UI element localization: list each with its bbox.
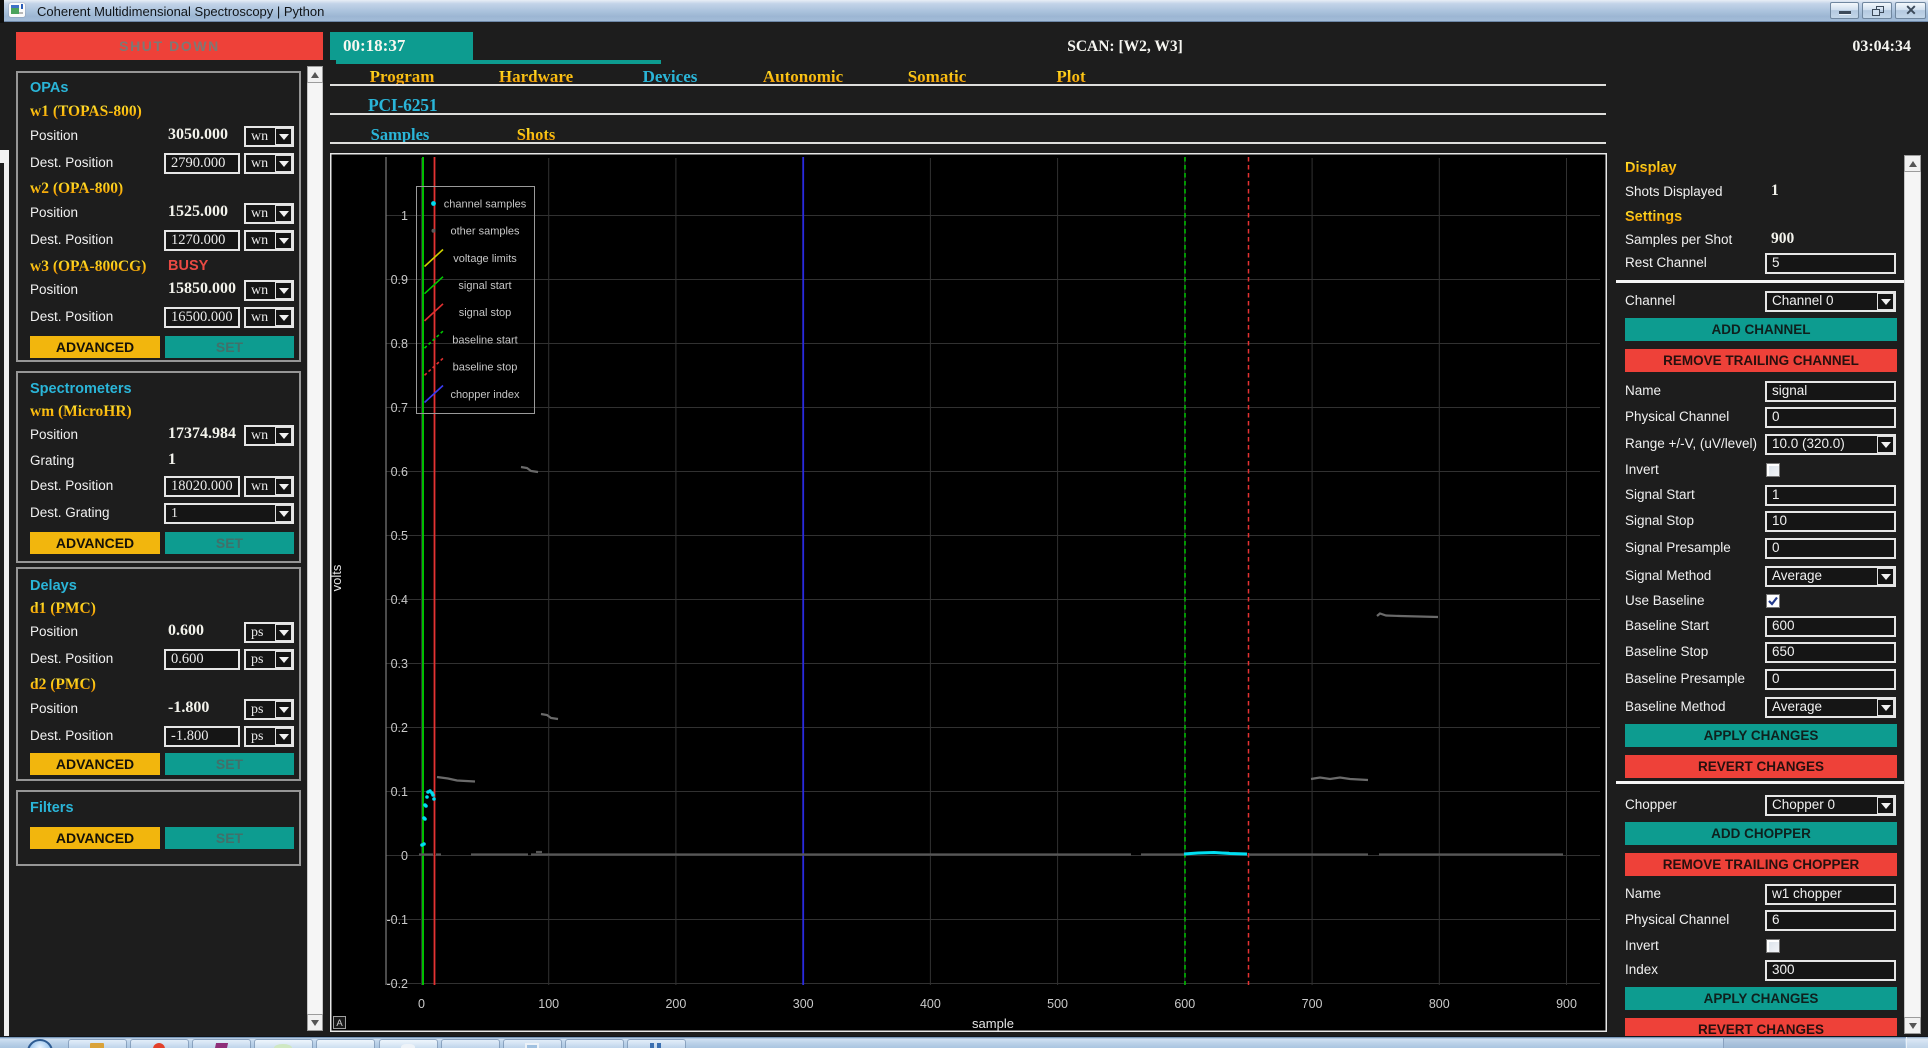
svg-text:signal stop: signal stop	[459, 307, 512, 319]
svg-text:-0.2: -0.2	[386, 977, 408, 991]
svg-text:baseline start: baseline start	[452, 334, 517, 346]
svg-text:sample: sample	[972, 1016, 1014, 1031]
svg-text:0.1: 0.1	[391, 785, 408, 799]
svg-text:400: 400	[920, 997, 941, 1011]
svg-text:900: 900	[1556, 997, 1577, 1011]
svg-text:A: A	[336, 1018, 343, 1029]
svg-text:600: 600	[1174, 997, 1195, 1011]
svg-text:other samples: other samples	[450, 226, 520, 238]
svg-text:-0.1: -0.1	[386, 913, 408, 927]
svg-text:signal start: signal start	[458, 280, 511, 292]
svg-text:0.5: 0.5	[391, 529, 408, 543]
svg-text:800: 800	[1429, 997, 1450, 1011]
svg-text:100: 100	[538, 997, 559, 1011]
svg-text:volts: volts	[330, 564, 344, 591]
svg-text:700: 700	[1302, 997, 1323, 1011]
svg-text:200: 200	[665, 997, 686, 1011]
svg-text:0.8: 0.8	[391, 337, 408, 351]
svg-text:0.4: 0.4	[391, 593, 408, 607]
svg-text:0.2: 0.2	[391, 721, 408, 735]
svg-text:0.3: 0.3	[391, 657, 408, 671]
svg-text:voltage limits: voltage limits	[453, 253, 517, 265]
svg-text:0.6: 0.6	[391, 465, 408, 479]
svg-text:0: 0	[401, 849, 408, 863]
svg-text:0.7: 0.7	[391, 401, 408, 415]
svg-text:0: 0	[418, 997, 425, 1011]
svg-text:300: 300	[793, 997, 814, 1011]
svg-text:0.9: 0.9	[391, 273, 408, 287]
svg-text:500: 500	[1047, 997, 1068, 1011]
svg-text:channel samples: channel samples	[444, 198, 527, 210]
svg-text:chopper index: chopper index	[450, 389, 520, 401]
svg-text:baseline stop: baseline stop	[453, 362, 518, 374]
svg-text:1: 1	[401, 209, 408, 223]
